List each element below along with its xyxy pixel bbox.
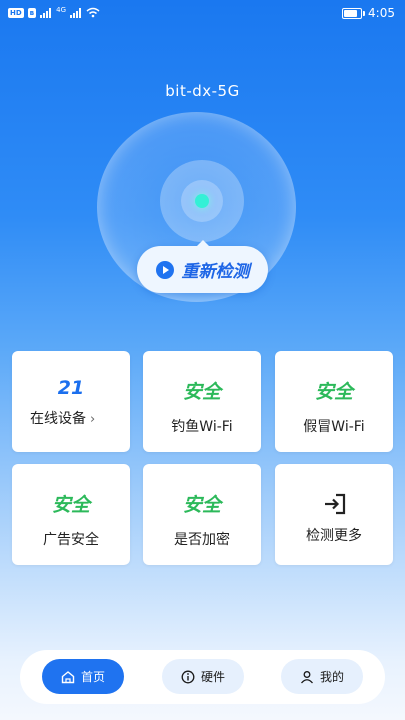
login-icon <box>325 493 346 515</box>
radar-dot <box>195 194 209 208</box>
ad-security-label: 广告安全 <box>43 532 99 548</box>
fake-wifi-label: 假冒Wi-Fi <box>303 419 365 435</box>
nav-home[interactable]: 首页 <box>42 659 124 694</box>
card-phishing-wifi[interactable]: 安全 钓鱼Wi-Fi <box>143 351 261 452</box>
clock: 4:05 <box>368 6 395 20</box>
network-type: 4G <box>56 5 66 14</box>
recheck-label: 重新检测 <box>181 262 250 282</box>
card-ad-security[interactable]: 安全 广告安全 <box>12 464 130 565</box>
nav-me[interactable]: 我的 <box>281 659 363 694</box>
nav-me-label: 我的 <box>319 670 344 684</box>
signal-icon <box>40 7 52 18</box>
wifi-ssid: bit-dx-5G <box>165 82 240 100</box>
ad-security-status: 安全 <box>51 494 90 516</box>
phishing-wifi-label: 钓鱼Wi-Fi <box>171 419 233 435</box>
user-icon <box>300 670 313 683</box>
bluetooth-icon: ʙ <box>27 7 37 18</box>
wifi-icon <box>86 7 100 18</box>
online-devices-count: 21 <box>57 377 85 399</box>
encryption-label: 是否加密 <box>174 532 230 548</box>
bottom-nav: 首页 硬件 我的 <box>20 650 385 704</box>
card-online-devices[interactable]: 21 在线设备 › <box>12 351 130 452</box>
status-right: 4:05 <box>342 6 395 20</box>
nav-hardware[interactable]: 硬件 <box>162 659 244 694</box>
info-icon <box>181 670 195 683</box>
card-fake-wifi[interactable]: 安全 假冒Wi-Fi <box>275 351 393 452</box>
fake-wifi-status: 安全 <box>314 381 353 403</box>
status-bar: HD ʙ 4G 4:05 <box>0 0 405 28</box>
play-icon <box>155 260 174 279</box>
nav-home-label: 首页 <box>80 670 105 684</box>
status-left: HD ʙ 4G <box>8 5 100 18</box>
recheck-button[interactable]: 重新检测 <box>137 240 268 293</box>
nav-hardware-label: 硬件 <box>200 670 225 684</box>
chevron-right-icon: › <box>90 412 96 427</box>
encryption-status: 安全 <box>182 494 221 516</box>
home-icon <box>61 670 75 683</box>
online-devices-label: 在线设备 › <box>30 411 96 427</box>
more-checks-label: 检测更多 <box>306 528 362 544</box>
hd-badge: HD <box>8 7 24 18</box>
card-more-checks[interactable]: 检测更多 <box>275 464 393 565</box>
card-encryption[interactable]: 安全 是否加密 <box>143 464 261 565</box>
battery-icon <box>342 7 366 19</box>
signal-icon-2 <box>70 7 82 18</box>
phishing-wifi-status: 安全 <box>182 381 221 403</box>
